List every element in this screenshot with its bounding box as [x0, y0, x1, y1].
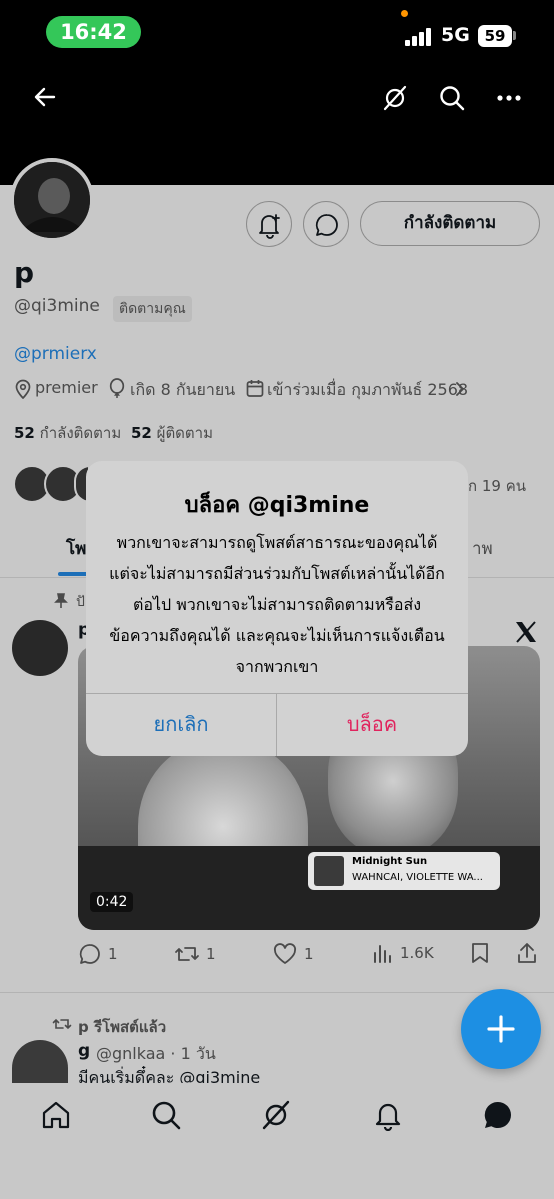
status-time: 16:42	[46, 16, 141, 48]
followers-count-link[interactable]: 52 ผู้ติดตาม	[131, 421, 213, 445]
back-arrow-icon[interactable]	[32, 84, 58, 110]
repost-author-name[interactable]: g	[78, 1041, 90, 1061]
profile-joined-date: เข้าร่วมเมื่อ กุมภาพันธ์ 2568	[267, 380, 469, 399]
cellular-signal-icon	[405, 28, 431, 46]
explore-search-icon[interactable]	[150, 1099, 182, 1131]
analytics-icon	[374, 945, 391, 963]
block-confirmation-dialog: บล็อค @qi3mine พวกเขาจะสามารถดูโพสต์สาธา…	[86, 461, 468, 756]
mutual-followers-text[interactable]: ก 19 คน	[468, 474, 526, 498]
tab-media[interactable]: าพ	[472, 535, 493, 562]
following-button[interactable]: กำลังติดตาม	[360, 201, 540, 246]
privacy-indicator	[401, 10, 408, 17]
notification-subscribe-button[interactable]	[246, 201, 292, 247]
cancel-button[interactable]: ยกเลิก	[86, 693, 276, 756]
tab-active-indicator	[58, 572, 88, 576]
chat-bubble-icon	[315, 214, 338, 236]
following-label: กำลังติดตาม	[39, 424, 122, 442]
profile-birthday: เกิด 8 กันยายน	[130, 380, 236, 399]
repost-count: 1	[206, 945, 216, 963]
more-icon[interactable]	[496, 94, 522, 102]
followers-label: ผู้ติดตาม	[156, 424, 213, 442]
profile-avatar[interactable]	[10, 158, 94, 242]
repost-handle-time: @gnlkaa · 1 วัน	[96, 1044, 216, 1063]
compose-button[interactable]	[461, 989, 541, 1069]
grok-nav-icon[interactable]	[260, 1099, 292, 1131]
following-count-link[interactable]: 52 กำลังติดตาม	[14, 421, 121, 445]
video-duration: 0:42	[90, 892, 134, 912]
following-count: 52	[14, 424, 35, 442]
like-button[interactable]: 1	[272, 942, 314, 966]
message-button[interactable]	[303, 201, 349, 247]
block-button[interactable]: บล็อค	[277, 693, 467, 756]
like-count: 1	[304, 945, 314, 963]
battery-indicator: 59	[478, 25, 512, 47]
bookmark-icon[interactable]	[470, 942, 490, 964]
music-sticker: Midnight Sun WAHNCAI, VIOLETTE WA...	[308, 852, 500, 890]
profile-name: p	[14, 256, 35, 289]
reply-count: 1	[108, 945, 118, 963]
grok-icon[interactable]	[381, 84, 409, 112]
repost-icon	[175, 947, 199, 961]
dialog-title: บล็อค @qi3mine	[184, 493, 370, 518]
repost-button[interactable]: 1	[174, 942, 216, 966]
tab-posts[interactable]: โพ	[66, 535, 86, 562]
followers-count: 52	[131, 424, 152, 442]
network-type: 5G	[441, 24, 470, 46]
repost-author-avatar[interactable]	[12, 1040, 68, 1084]
pinned-label: ปั	[76, 594, 85, 610]
profile-handle: @qi3mine	[14, 296, 100, 316]
repost-text: มีคนเริ่มดึ๋คละ @qi3mine	[78, 1068, 261, 1084]
music-artist: WAHNCAI, VIOLETTE WA...	[352, 872, 483, 883]
profile-location: premier	[35, 378, 98, 397]
reposted-by-label[interactable]: p รีโพสต์แล้ว	[78, 1015, 166, 1039]
bell-plus-icon	[259, 214, 280, 239]
messages-icon[interactable]	[481, 1099, 515, 1131]
music-title: Midnight Sun	[352, 856, 428, 867]
follows-you-badge: ติดตามคุณ	[113, 296, 192, 322]
location-pin-icon	[15, 379, 31, 399]
share-icon[interactable]	[516, 941, 538, 965]
notifications-icon[interactable]	[372, 1099, 404, 1131]
post-author-avatar[interactable]	[12, 620, 68, 676]
reply-button[interactable]: 1	[78, 942, 118, 966]
home-icon[interactable]	[40, 1099, 72, 1131]
balloon-icon	[109, 378, 125, 398]
view-count: 1.6K	[400, 944, 434, 962]
album-art	[314, 856, 344, 886]
bio-mention-link[interactable]: @prmierx	[14, 344, 97, 364]
reply-icon	[79, 944, 100, 964]
heart-icon	[273, 943, 297, 964]
repost-small-icon	[52, 1018, 72, 1030]
battery-tip	[513, 31, 516, 40]
plus-icon	[487, 1015, 515, 1043]
x-logo-icon	[516, 621, 536, 643]
calendar-icon	[246, 380, 264, 397]
chevron-right-icon[interactable]	[455, 382, 465, 396]
dialog-message: พวกเขาจะสามารถดูโพสต์สาธารณะของคุณได้ แต…	[109, 533, 445, 676]
search-icon[interactable]	[438, 84, 466, 112]
pin-icon	[54, 593, 68, 608]
views-button[interactable]: 1.6K	[372, 942, 434, 964]
